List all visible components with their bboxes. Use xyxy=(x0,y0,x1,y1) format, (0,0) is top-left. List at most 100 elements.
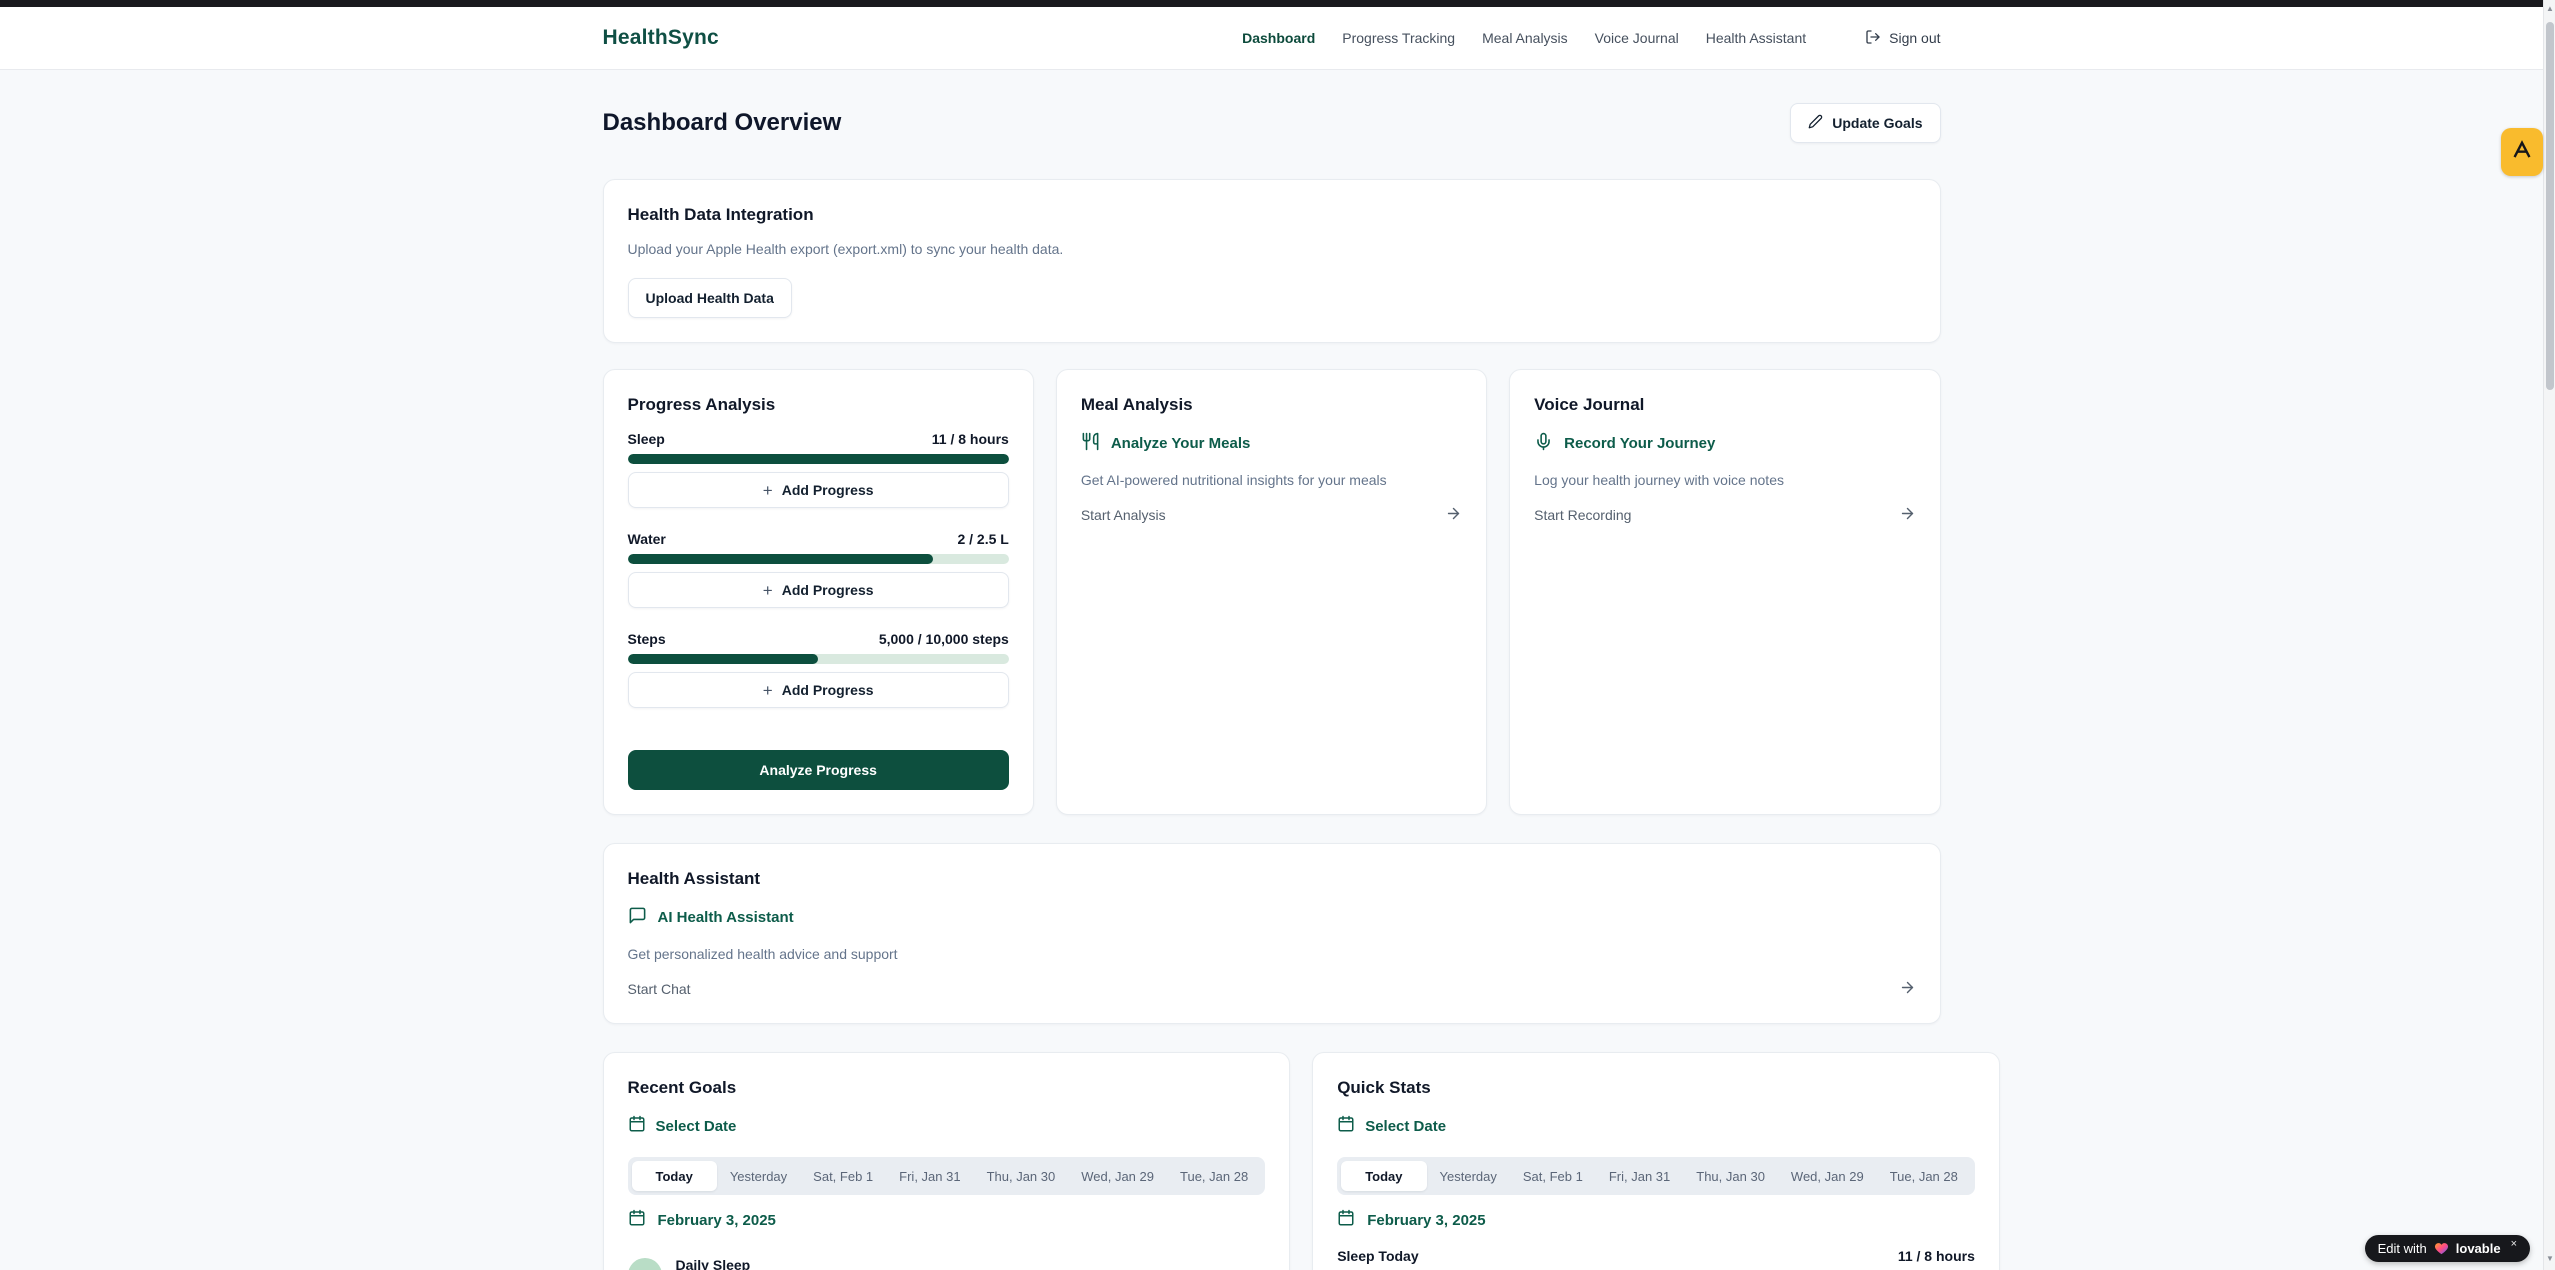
page-scrollbar[interactable]: ▲ ▼ xyxy=(2543,0,2555,1270)
app-root: HealthSync Dashboard Progress Tracking M… xyxy=(0,0,2555,1270)
app-header: HealthSync Dashboard Progress Tracking M… xyxy=(0,7,2543,70)
tab-tue-jan-28[interactable]: Tue, Jan 28 xyxy=(1877,1161,1971,1191)
assistant-link-label: AI Health Assistant xyxy=(658,909,794,926)
metric-label: Steps xyxy=(628,631,666,647)
start-analysis-label: Start Analysis xyxy=(1081,507,1166,523)
scrollbar-thumb[interactable] xyxy=(2546,22,2554,390)
analyze-your-meals-link[interactable]: Analyze Your Meals xyxy=(1081,432,1462,455)
plus-icon: + xyxy=(763,682,773,699)
tab-wed-jan-29[interactable]: Wed, Jan 29 xyxy=(1778,1161,1877,1191)
integration-description: Upload your Apple Health export (export.… xyxy=(628,240,1916,258)
lambda-logo-icon xyxy=(2511,139,2533,166)
metric-label: Sleep xyxy=(628,431,665,447)
start-chat-label: Start Chat xyxy=(628,981,691,997)
voice-title: Voice Journal xyxy=(1534,394,1915,416)
recent-goals-select-date[interactable]: Select Date xyxy=(628,1115,1266,1137)
scrollbar-up-arrow[interactable]: ▲ xyxy=(2544,2,2555,16)
quick-stats-select-date[interactable]: Select Date xyxy=(1337,1115,1975,1137)
voice-description: Log your health journey with voice notes xyxy=(1534,471,1915,489)
add-progress-label: Add Progress xyxy=(782,482,874,498)
recent-goals-title: Recent Goals xyxy=(628,1077,1266,1099)
chat-bubble-icon xyxy=(628,906,647,929)
analyze-progress-button[interactable]: Analyze Progress xyxy=(628,750,1009,790)
nav-health-assistant[interactable]: Health Assistant xyxy=(1706,30,1806,46)
ai-health-assistant-link[interactable]: AI Health Assistant xyxy=(628,906,1916,929)
calendar-icon xyxy=(628,1115,646,1137)
page-viewport: HealthSync Dashboard Progress Tracking M… xyxy=(0,7,2543,1270)
quick-stats-selected-date: February 3, 2025 xyxy=(1337,1209,1975,1231)
add-progress-water-button[interactable]: + Add Progress xyxy=(628,572,1009,608)
tab-yesterday[interactable]: Yesterday xyxy=(1427,1161,1510,1191)
record-your-journey-link[interactable]: Record Your Journey xyxy=(1534,432,1915,455)
metric-sleep: Sleep 11 / 8 hours + Add Progress xyxy=(628,430,1009,508)
tab-today[interactable]: Today xyxy=(632,1161,717,1191)
page-title: Dashboard Overview xyxy=(603,109,842,137)
meal-title: Meal Analysis xyxy=(1081,394,1462,416)
tab-fri-jan-31[interactable]: Fri, Jan 31 xyxy=(886,1161,973,1191)
recent-goals-date-tabs: Today Yesterday Sat, Feb 1 Fri, Jan 31 T… xyxy=(628,1157,1266,1195)
edit-with-lovable-badge[interactable]: Edit with lovable × xyxy=(2365,1235,2530,1262)
tab-tue-jan-28[interactable]: Tue, Jan 28 xyxy=(1167,1161,1261,1191)
nav-dashboard[interactable]: Dashboard xyxy=(1242,30,1315,46)
start-recording-label: Start Recording xyxy=(1534,507,1631,523)
sleep-progress-bar xyxy=(628,454,1009,464)
tab-sat-feb-1[interactable]: Sat, Feb 1 xyxy=(800,1161,886,1191)
tab-today[interactable]: Today xyxy=(1341,1161,1426,1191)
microphone-icon xyxy=(1534,432,1553,455)
sign-out-label: Sign out xyxy=(1889,30,1940,46)
logout-icon xyxy=(1865,29,1881,48)
water-progress-bar xyxy=(628,554,1009,564)
quick-stats-card: Quick Stats Select Date Today Yesterday … xyxy=(1312,1052,2000,1270)
goal-row-daily-sleep: Daily Sleep 11 / 8 hours xyxy=(628,1257,1266,1270)
calendar-icon xyxy=(628,1209,646,1231)
tab-thu-jan-30[interactable]: Thu, Jan 30 xyxy=(1683,1161,1778,1191)
add-progress-sleep-button[interactable]: + Add Progress xyxy=(628,472,1009,508)
tab-fri-jan-31[interactable]: Fri, Jan 31 xyxy=(1596,1161,1683,1191)
meal-link-label: Analyze Your Meals xyxy=(1111,435,1251,452)
stat-label: Sleep Today xyxy=(1337,1248,1418,1264)
select-date-label: Select Date xyxy=(1365,1118,1446,1135)
voice-link-label: Record Your Journey xyxy=(1564,435,1715,452)
nav-voice-journal[interactable]: Voice Journal xyxy=(1595,30,1679,46)
extension-badge[interactable] xyxy=(2501,128,2543,176)
arrow-right-icon xyxy=(1899,505,1916,525)
assistant-title: Health Assistant xyxy=(628,868,1916,890)
upload-health-data-button[interactable]: Upload Health Data xyxy=(628,278,792,318)
metric-steps: Steps 5,000 / 10,000 steps + Add Progres… xyxy=(628,630,1009,708)
scrollbar-down-arrow[interactable]: ▼ xyxy=(2544,1252,2555,1266)
progress-analysis-card: Progress Analysis Sleep 11 / 8 hours + A… xyxy=(603,369,1034,815)
goal-name: Daily Sleep xyxy=(676,1257,751,1270)
metric-water: Water 2 / 2.5 L + Add Progress xyxy=(628,530,1009,608)
start-analysis-action[interactable]: Start Analysis xyxy=(1081,505,1462,525)
tab-thu-jan-30[interactable]: Thu, Jan 30 xyxy=(974,1161,1069,1191)
lovable-prefix-label: Edit with xyxy=(2378,1241,2427,1256)
plus-icon: + xyxy=(763,582,773,599)
close-icon[interactable]: × xyxy=(2511,1238,2517,1250)
plus-icon: + xyxy=(763,482,773,499)
quick-stats-date-tabs: Today Yesterday Sat, Feb 1 Fri, Jan 31 T… xyxy=(1337,1157,1975,1195)
tab-wed-jan-29[interactable]: Wed, Jan 29 xyxy=(1068,1161,1167,1191)
recent-goals-card: Recent Goals Select Date Today Yesterday… xyxy=(603,1052,1291,1270)
health-assistant-card: Health Assistant AI Health Assistant Get… xyxy=(603,843,1941,1024)
start-recording-action[interactable]: Start Recording xyxy=(1534,505,1915,525)
heart-icon xyxy=(2434,1241,2449,1256)
main-nav: Dashboard Progress Tracking Meal Analysi… xyxy=(1242,29,1940,48)
start-chat-action[interactable]: Start Chat xyxy=(628,979,1916,999)
selected-date-label: February 3, 2025 xyxy=(658,1212,776,1229)
select-date-label: Select Date xyxy=(656,1118,737,1135)
tab-yesterday[interactable]: Yesterday xyxy=(717,1161,800,1191)
arrow-right-icon xyxy=(1445,505,1462,525)
add-progress-label: Add Progress xyxy=(782,682,874,698)
tab-sat-feb-1[interactable]: Sat, Feb 1 xyxy=(1510,1161,1596,1191)
add-progress-steps-button[interactable]: + Add Progress xyxy=(628,672,1009,708)
meal-description: Get AI-powered nutritional insights for … xyxy=(1081,471,1462,489)
sign-out-button[interactable]: Sign out xyxy=(1865,29,1940,48)
recent-goals-selected-date: February 3, 2025 xyxy=(628,1209,1266,1231)
selected-date-label: February 3, 2025 xyxy=(1367,1212,1485,1229)
metric-value: 5,000 / 10,000 steps xyxy=(879,631,1009,647)
metric-label: Water xyxy=(628,531,666,547)
update-goals-button[interactable]: Update Goals xyxy=(1790,103,1940,143)
update-goals-label: Update Goals xyxy=(1832,115,1922,131)
nav-meal-analysis[interactable]: Meal Analysis xyxy=(1482,30,1568,46)
nav-progress-tracking[interactable]: Progress Tracking xyxy=(1342,30,1455,46)
